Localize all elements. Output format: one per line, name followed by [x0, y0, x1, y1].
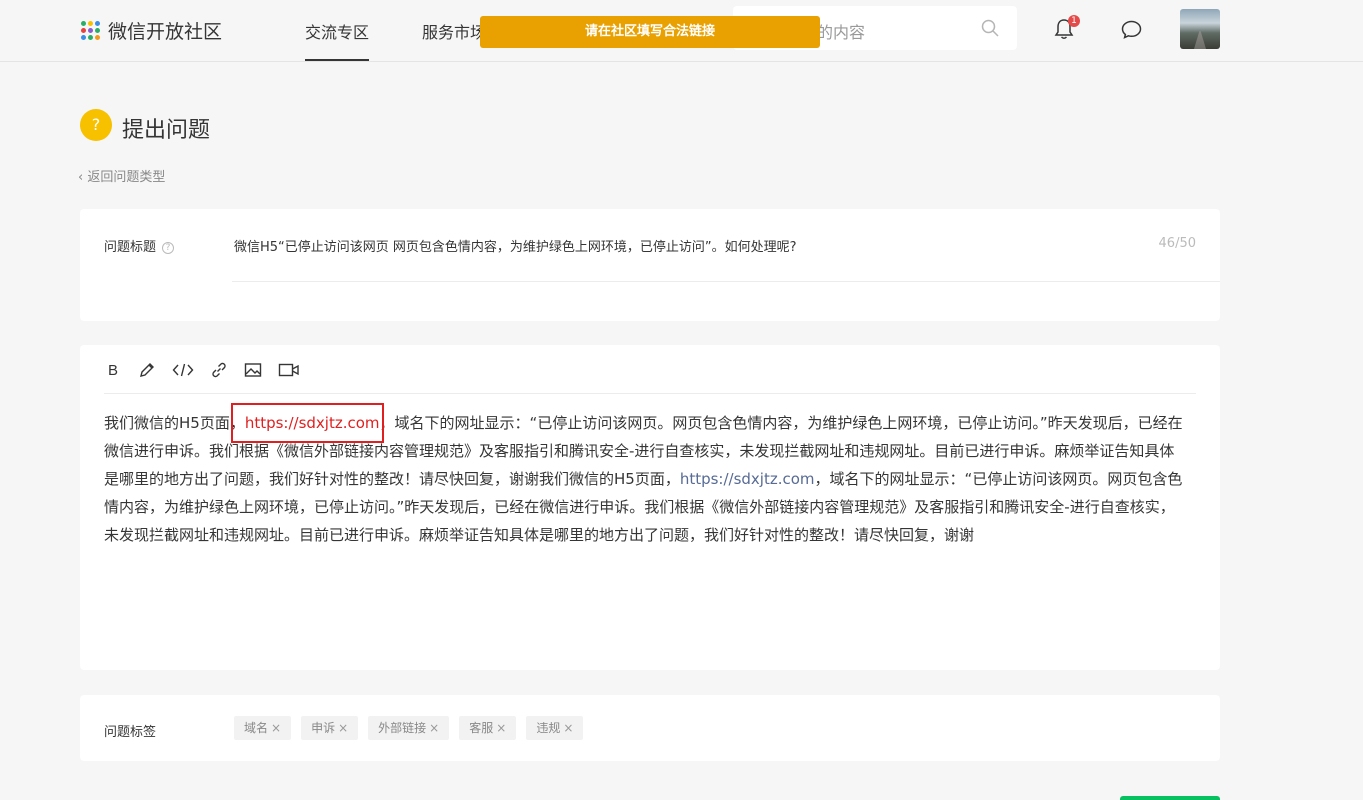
- tag-label: 外部链接: [378, 721, 427, 735]
- brand-logo[interactable]: 微信开放社区: [80, 17, 222, 44]
- question-tags-card: 问题标签 域名 × 申诉 × 外部链接 × 客服 × 违规 ×: [80, 695, 1220, 761]
- body-link-2[interactable]: https://sdxjtz.com: [680, 470, 815, 488]
- close-icon[interactable]: ×: [271, 721, 281, 735]
- highlight-box: [231, 403, 384, 443]
- tag-item[interactable]: 域名 ×: [234, 716, 292, 740]
- search-placeholder: 的内容: [817, 23, 866, 42]
- tag-item[interactable]: 申诉 ×: [301, 716, 359, 740]
- nav-service-market[interactable]: 服务市场: [422, 19, 486, 43]
- char-counter: 46/50: [1158, 236, 1196, 251]
- user-avatar[interactable]: [1180, 9, 1220, 49]
- bold-button[interactable]: B: [104, 361, 122, 379]
- tag-label: 客服: [469, 721, 494, 735]
- tag-label: 申诉: [311, 721, 336, 735]
- image-icon[interactable]: [244, 361, 262, 379]
- question-title-card: 问题标题? 微信H5“已停止访问该网页 网页包含色情内容，为维护绿色上网环境，已…: [80, 209, 1220, 321]
- question-title-input[interactable]: 微信H5“已停止访问该网页 网页包含色情内容，为维护绿色上网环境，已停止访问”。…: [234, 236, 797, 255]
- close-icon[interactable]: ×: [563, 721, 573, 735]
- video-icon[interactable]: [278, 361, 300, 379]
- tag-item[interactable]: 违规 ×: [526, 716, 584, 740]
- page-title: 提出问题: [122, 118, 211, 143]
- chevron-left-icon: ‹: [78, 170, 88, 185]
- submit-button[interactable]: [1120, 796, 1220, 800]
- close-icon[interactable]: ×: [496, 721, 506, 735]
- toolbar-divider: [104, 393, 1196, 394]
- question-editor-card: B 我们微信的H5页面，https://sdxjtz.com，域名下的网址显示：…: [80, 345, 1220, 670]
- link-icon[interactable]: [210, 361, 228, 379]
- message-icon[interactable]: [1121, 20, 1142, 39]
- question-title-label: 问题标题: [104, 240, 157, 255]
- editor-toolbar: B: [104, 361, 316, 379]
- question-icon: ?: [80, 109, 112, 141]
- tag-item[interactable]: 外部链接 ×: [368, 716, 450, 740]
- question-title-label-wrap: 问题标题?: [104, 236, 175, 255]
- close-icon[interactable]: ×: [338, 721, 348, 735]
- warning-toast: 请在社区填写合法链接: [480, 16, 820, 48]
- logo-icon: [80, 20, 102, 42]
- pencil-icon[interactable]: [138, 361, 156, 379]
- tag-list: 域名 × 申诉 × 外部链接 × 客服 × 违规 ×: [234, 716, 593, 740]
- code-icon[interactable]: [172, 361, 194, 379]
- close-icon[interactable]: ×: [429, 721, 439, 735]
- tag-label: 违规: [536, 721, 561, 735]
- search-icon[interactable]: [981, 19, 999, 37]
- help-icon[interactable]: ?: [162, 241, 175, 254]
- nav-exchange-zone[interactable]: 交流专区: [305, 19, 370, 61]
- question-tags-label: 问题标签: [104, 725, 157, 740]
- back-link-label: 返回问题类型: [87, 170, 166, 185]
- notification-badge: 1: [1068, 15, 1080, 27]
- body-text-1: 我们微信的H5页面，: [104, 414, 245, 432]
- tag-label: 域名: [244, 721, 269, 735]
- title-underline: [232, 281, 1220, 282]
- brand-name: 微信开放社区: [108, 21, 223, 43]
- back-link[interactable]: ‹ 返回问题类型: [78, 166, 165, 185]
- tag-item[interactable]: 客服 ×: [459, 716, 517, 740]
